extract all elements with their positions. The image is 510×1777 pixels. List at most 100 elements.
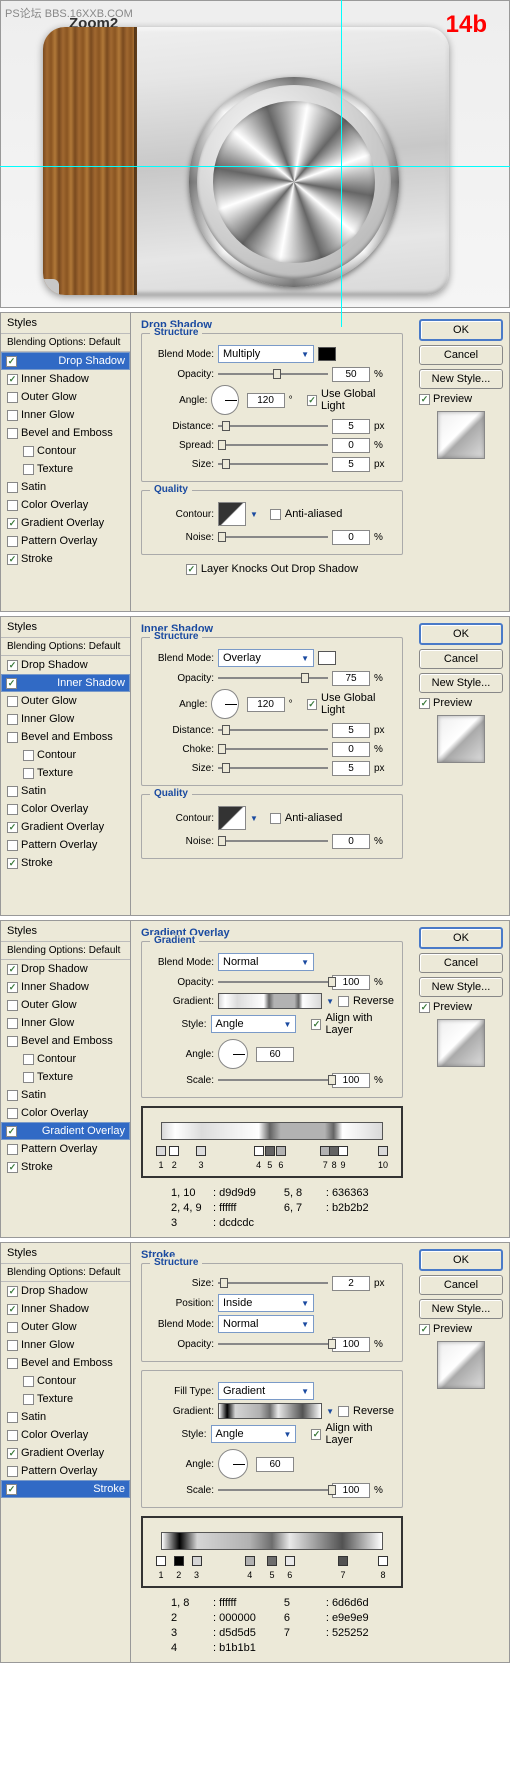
new-style-button[interactable]: New Style... bbox=[419, 369, 503, 389]
dropdown[interactable]: Multiply▼ bbox=[218, 345, 314, 363]
dropdown[interactable]: Inside▼ bbox=[218, 1294, 314, 1312]
style-item-outer-glow[interactable]: Outer Glow bbox=[1, 996, 130, 1014]
checkbox-icon[interactable] bbox=[7, 1322, 18, 1333]
checkbox-icon[interactable] bbox=[6, 678, 17, 689]
style-item-stroke[interactable]: Stroke bbox=[1, 1158, 130, 1176]
style-item-contour[interactable]: Contour bbox=[1, 1372, 130, 1390]
gradient-stop[interactable] bbox=[156, 1556, 166, 1566]
checkbox-icon[interactable] bbox=[23, 1376, 34, 1387]
checkbox-icon[interactable] bbox=[7, 1144, 18, 1155]
value-input[interactable] bbox=[332, 1483, 370, 1498]
ok-button[interactable]: OK bbox=[419, 623, 503, 645]
checkbox-icon[interactable] bbox=[311, 1429, 321, 1440]
gradient-strip[interactable] bbox=[161, 1122, 383, 1140]
blending-options[interactable]: Blending Options: Default bbox=[1, 942, 130, 960]
gradient-stop[interactable] bbox=[378, 1556, 388, 1566]
checkbox-icon[interactable] bbox=[307, 395, 317, 406]
slider[interactable] bbox=[218, 760, 328, 776]
style-item-gradient-overlay[interactable]: Gradient Overlay bbox=[1, 1444, 130, 1462]
style-item-texture[interactable]: Texture bbox=[1, 1390, 130, 1408]
checkbox-icon[interactable] bbox=[23, 1054, 34, 1065]
checkbox-icon[interactable] bbox=[419, 1324, 430, 1335]
value-input[interactable] bbox=[332, 761, 370, 776]
style-item-inner-glow[interactable]: Inner Glow bbox=[1, 1336, 130, 1354]
style-item-pattern-overlay[interactable]: Pattern Overlay bbox=[1, 1462, 130, 1480]
value-input[interactable] bbox=[332, 367, 370, 382]
value-input[interactable] bbox=[332, 457, 370, 472]
checkbox-icon[interactable] bbox=[7, 1304, 18, 1315]
checkbox-icon[interactable] bbox=[419, 394, 430, 405]
checkbox-icon[interactable] bbox=[23, 768, 34, 779]
checkbox-icon[interactable] bbox=[270, 509, 281, 520]
checkbox-icon[interactable] bbox=[7, 428, 18, 439]
new-style-button[interactable]: New Style... bbox=[419, 673, 503, 693]
style-item-bevel-and-emboss[interactable]: Bevel and Emboss bbox=[1, 1032, 130, 1050]
slider[interactable] bbox=[218, 1275, 328, 1291]
styles-header[interactable]: Styles bbox=[1, 921, 130, 942]
value-input[interactable] bbox=[332, 1073, 370, 1088]
checkbox-icon[interactable] bbox=[7, 660, 18, 671]
checkbox-icon[interactable] bbox=[7, 1412, 18, 1423]
checkbox-icon[interactable] bbox=[7, 1018, 18, 1029]
checkbox-icon[interactable] bbox=[7, 1286, 18, 1297]
value-input[interactable] bbox=[332, 1276, 370, 1291]
checkbox-icon[interactable] bbox=[6, 356, 17, 367]
value-input[interactable] bbox=[247, 393, 285, 408]
style-item-texture[interactable]: Texture bbox=[1, 764, 130, 782]
checkbox-icon[interactable] bbox=[6, 1484, 17, 1495]
value-input[interactable] bbox=[332, 671, 370, 686]
checkbox-icon[interactable] bbox=[7, 518, 18, 529]
style-item-drop-shadow[interactable]: Drop Shadow bbox=[1, 656, 130, 674]
new-style-button[interactable]: New Style... bbox=[419, 1299, 503, 1319]
checkbox-icon[interactable] bbox=[7, 1430, 18, 1441]
style-item-bevel-and-emboss[interactable]: Bevel and Emboss bbox=[1, 728, 130, 746]
dropdown[interactable]: Normal▼ bbox=[218, 953, 314, 971]
style-item-stroke[interactable]: Stroke bbox=[1, 854, 130, 872]
slider[interactable] bbox=[218, 529, 328, 545]
gradient-stop[interactable] bbox=[265, 1146, 275, 1156]
checkbox-icon[interactable] bbox=[7, 1162, 18, 1173]
style-item-outer-glow[interactable]: Outer Glow bbox=[1, 1318, 130, 1336]
color-swatch[interactable] bbox=[318, 651, 336, 665]
gradient-stop[interactable] bbox=[285, 1556, 295, 1566]
style-item-texture[interactable]: Texture bbox=[1, 460, 130, 478]
gradient-stop[interactable] bbox=[254, 1146, 264, 1156]
style-item-gradient-overlay[interactable]: Gradient Overlay bbox=[1, 818, 130, 836]
style-item-gradient-overlay[interactable]: Gradient Overlay bbox=[1, 514, 130, 532]
checkbox-icon[interactable] bbox=[7, 1036, 18, 1047]
style-item-texture[interactable]: Texture bbox=[1, 1068, 130, 1086]
slider[interactable] bbox=[218, 366, 328, 382]
slider[interactable] bbox=[218, 974, 328, 990]
style-item-inner-glow[interactable]: Inner Glow bbox=[1, 1014, 130, 1032]
value-input[interactable] bbox=[256, 1047, 294, 1062]
checkbox-icon[interactable] bbox=[7, 804, 18, 815]
checkbox-icon[interactable] bbox=[7, 1466, 18, 1477]
checkbox-icon[interactable] bbox=[7, 482, 18, 493]
blending-options[interactable]: Blending Options: Default bbox=[1, 1264, 130, 1282]
checkbox-icon[interactable] bbox=[7, 858, 18, 869]
checkbox-icon[interactable] bbox=[7, 1108, 18, 1119]
dropdown[interactable]: Angle▼ bbox=[211, 1425, 297, 1443]
contour-picker[interactable] bbox=[218, 502, 246, 526]
style-item-contour[interactable]: Contour bbox=[1, 746, 130, 764]
style-item-drop-shadow[interactable]: Drop Shadow bbox=[1, 352, 130, 370]
style-item-stroke[interactable]: Stroke bbox=[1, 550, 130, 568]
checkbox-icon[interactable] bbox=[23, 1394, 34, 1405]
style-item-pattern-overlay[interactable]: Pattern Overlay bbox=[1, 532, 130, 550]
checkbox-icon[interactable] bbox=[7, 1090, 18, 1101]
style-item-inner-glow[interactable]: Inner Glow bbox=[1, 406, 130, 424]
gradient-strip[interactable] bbox=[161, 1532, 383, 1550]
gradient-stop[interactable] bbox=[338, 1556, 348, 1566]
slider[interactable] bbox=[218, 670, 328, 686]
gradient-stop[interactable] bbox=[174, 1556, 184, 1566]
value-input[interactable] bbox=[332, 975, 370, 990]
ok-button[interactable]: OK bbox=[419, 927, 503, 949]
checkbox-icon[interactable] bbox=[7, 554, 18, 565]
cancel-button[interactable]: Cancel bbox=[419, 649, 503, 669]
style-item-gradient-overlay[interactable]: Gradient Overlay bbox=[1, 1122, 130, 1140]
checkbox-icon[interactable] bbox=[186, 564, 197, 575]
checkbox-icon[interactable] bbox=[7, 410, 18, 421]
styles-header[interactable]: Styles bbox=[1, 1243, 130, 1264]
checkbox-icon[interactable] bbox=[23, 1072, 34, 1083]
style-item-satin[interactable]: Satin bbox=[1, 782, 130, 800]
